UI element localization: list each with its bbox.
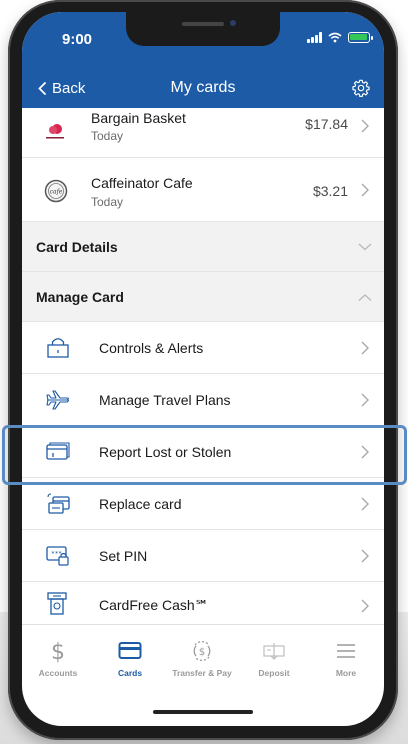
menu-item-travel-plans[interactable]: Manage Travel Plans [22,374,384,426]
chevron-right-icon [361,497,369,511]
menu-item-cardfree-cash[interactable]: CardFree Cash℠ [22,582,384,628]
lock-icon [47,338,69,358]
svg-text:cafe: cafe [50,189,63,196]
tab-transfer-pay[interactable]: $ Transfer & Pay [166,625,238,685]
signal-icon [307,32,322,43]
tab-bar: $ Accounts Cards $ Transfer & Pay Deposi… [22,624,384,685]
replace-card-icon [47,493,70,514]
phone-frame: 9:00 My cards Back Bargain Basket Today … [8,0,398,740]
app-header: 9:00 My cards Back [22,12,384,108]
phone-screen: 9:00 My cards Back Bargain Basket Today … [22,12,384,726]
merchant-name: Caffeinator Cafe [91,175,193,191]
gear-icon[interactable] [352,79,370,97]
speaker [182,22,224,26]
chevron-up-icon [358,294,372,301]
pin-icon: *** [46,546,69,566]
menu-item-report-lost[interactable]: Report Lost or Stolen [22,426,384,478]
chevron-right-icon [361,119,369,133]
status-icons [307,32,373,43]
wifi-icon [328,32,342,43]
tab-label: Cards [117,668,143,678]
transaction-row[interactable]: cafe Caffeinator Cafe Today $3.21 [22,158,384,222]
transaction-row[interactable]: Bargain Basket Today $17.84 [22,108,384,158]
svg-text:$: $ [51,640,65,663]
transaction-amount: $17.84 [305,116,348,132]
chevron-right-icon [361,393,369,407]
section-title: Manage Card [36,289,124,305]
cash-icon [47,592,67,615]
merchant-logo-icon: cafe [44,179,68,203]
chevron-down-icon [358,243,372,251]
notch [126,12,280,46]
tab-label: Deposit [258,668,290,678]
chevron-right-icon [361,445,369,459]
camera [230,20,236,26]
airplane-icon [46,390,70,410]
tab-label: Transfer & Pay [172,668,232,678]
manage-card-section[interactable]: Manage Card [22,272,384,322]
transaction-date: Today [91,129,124,143]
dollar-icon: $ [51,640,65,663]
home-indicator [153,710,253,714]
menu-label: Report Lost or Stolen [99,444,232,460]
menu-label: CardFree Cash℠ [99,597,209,613]
menu-item-set-pin[interactable]: *** Set PIN [22,530,384,582]
menu-label: Manage Travel Plans [99,392,231,408]
chevron-right-icon [361,341,369,355]
card-icon [118,642,142,659]
chevron-right-icon [361,183,369,197]
tab-cards[interactable]: Cards [94,625,166,685]
deposit-icon [263,643,285,660]
chevron-right-icon [361,549,369,563]
battery-icon [348,32,373,43]
chevron-right-icon [361,599,369,613]
section-title: Card Details [36,239,118,255]
tab-accounts[interactable]: $ Accounts [22,625,94,685]
menu-label: Replace card [99,496,182,512]
menu-icon [337,644,355,658]
menu-label: Controls & Alerts [99,340,204,356]
back-label: Back [52,79,86,97]
merchant-name: Bargain Basket [91,110,186,126]
menu-item-replace-card[interactable]: Replace card [22,478,384,530]
cards-content: Bargain Basket Today $17.84 cafe Caffein… [22,108,384,628]
merchant-logo-icon [46,124,64,139]
nav-bar: My cards Back [22,70,384,106]
transaction-amount: $3.21 [312,183,348,199]
menu-label: Set PIN [99,548,148,564]
tab-more[interactable]: More [310,625,382,685]
tab-deposit[interactable]: Deposit [238,625,310,685]
tab-label: Accounts [38,668,78,678]
card-icon [46,442,70,460]
chevron-left-icon [38,81,46,95]
card-details-section[interactable]: Card Details [22,222,384,272]
tab-label: More [335,668,357,678]
svg-text:$: $ [199,647,205,658]
back-button[interactable]: Back [38,70,85,106]
menu-item-controls-alerts[interactable]: Controls & Alerts [22,322,384,374]
transfer-icon: $ [193,641,211,661]
status-time: 9:00 [62,31,93,48]
transaction-date: Today [91,195,124,209]
